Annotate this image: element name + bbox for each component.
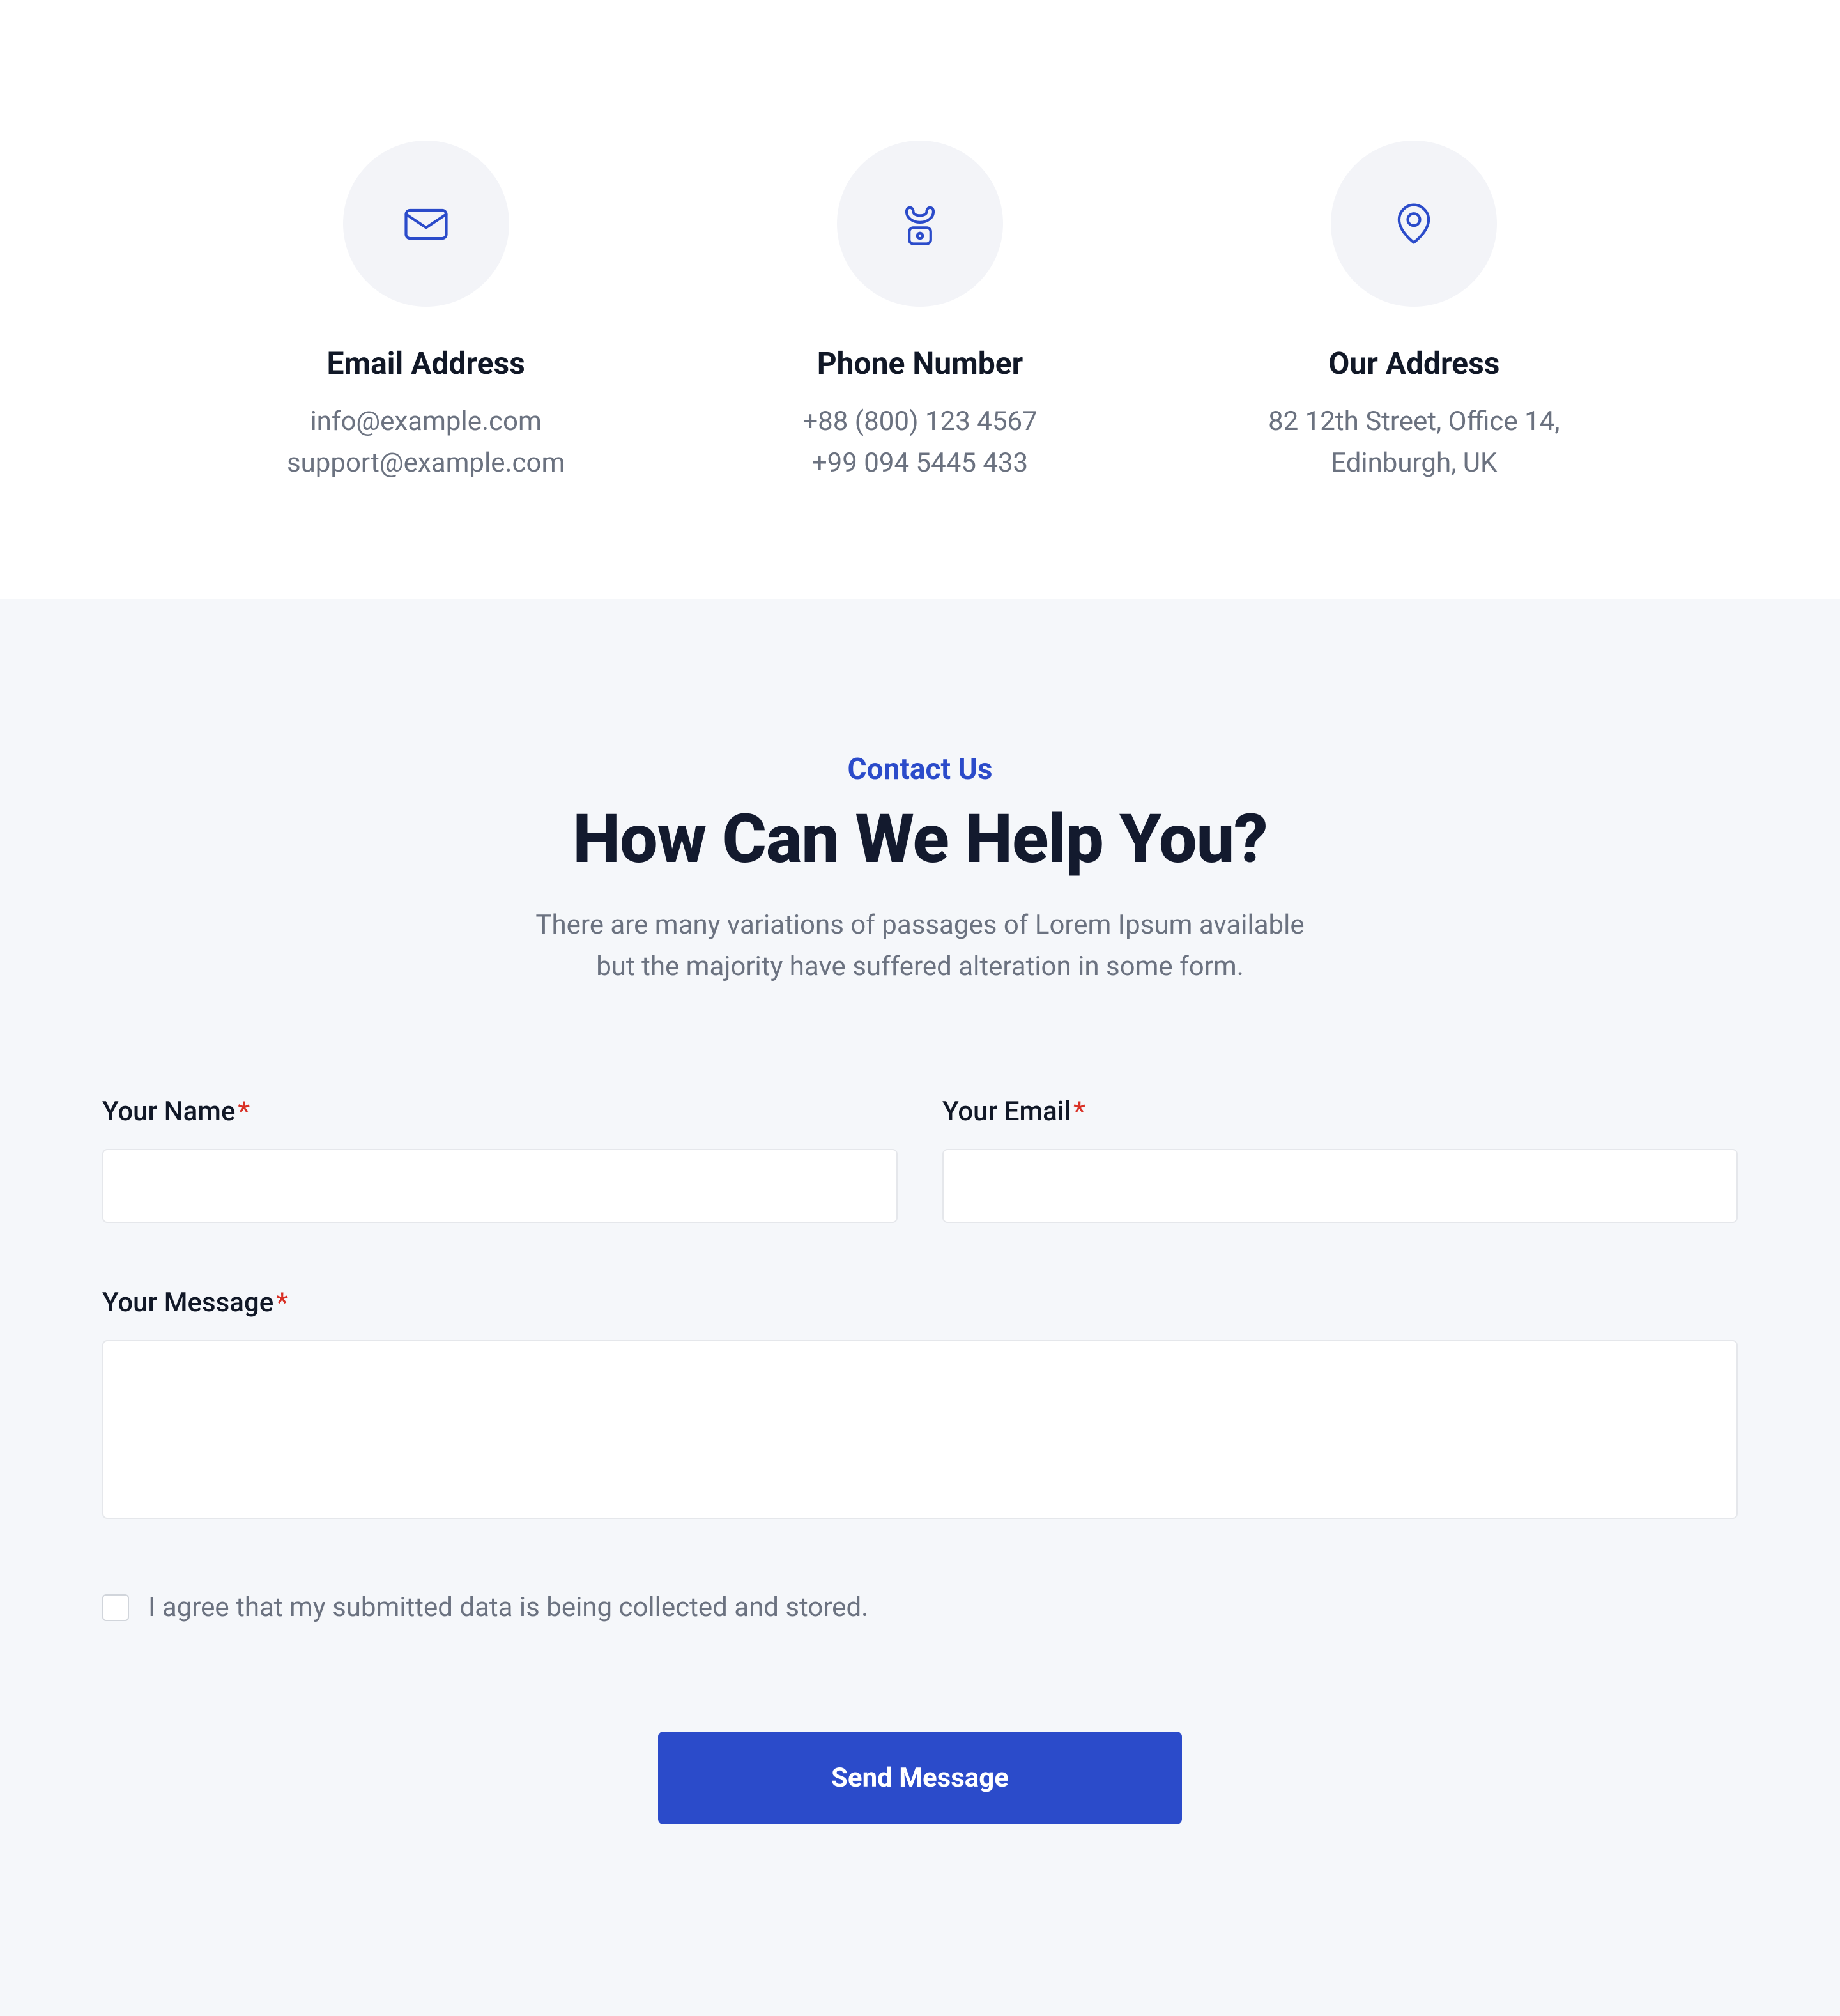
phone-card-title: Phone Number [686, 345, 1154, 381]
email-field[interactable] [942, 1149, 1738, 1223]
form-eyebrow: Contact Us [281, 752, 1559, 787]
email-line-1: info@example.com [192, 401, 660, 442]
address-line-1: 82 12th Street, Office 14, [1180, 401, 1648, 442]
name-input[interactable] [102, 1149, 898, 1223]
email-label: Your Email* [942, 1096, 1738, 1127]
email-icon [343, 141, 509, 307]
address-card-title: Our Address [1180, 345, 1648, 381]
name-label: Your Name* [102, 1096, 898, 1127]
phone-card: Phone Number +88 (800) 123 4567 +99 094 … [686, 141, 1154, 484]
email-card: Email Address info@example.com support@e… [192, 141, 660, 484]
consent-checkbox[interactable] [102, 1594, 129, 1621]
location-icon [1331, 141, 1497, 307]
contact-form: Contact Us How Can We Help You? There ar… [0, 599, 1840, 2016]
email-line-2: support@example.com [192, 442, 660, 484]
form-lead-line-1: There are many variations of passages of… [281, 904, 1559, 946]
phone-line-2: +99 094 5445 433 [686, 442, 1154, 484]
phone-card-lines: +88 (800) 123 4567 +99 094 5445 433 [686, 401, 1154, 484]
form-lead-line-2: but the majority have suffered alteratio… [281, 946, 1559, 987]
email-card-lines: info@example.com support@example.com [192, 401, 660, 484]
phone-line-1: +88 (800) 123 4567 [686, 401, 1154, 442]
send-message-button[interactable]: Send Message [658, 1732, 1182, 1824]
contact-cards: Email Address info@example.com support@e… [89, 0, 1751, 599]
phone-icon [837, 141, 1003, 307]
message-label: Your Message* [102, 1287, 1738, 1318]
form-lead: There are many variations of passages of… [281, 904, 1559, 987]
address-card-lines: 82 12th Street, Office 14, Edinburgh, UK [1180, 401, 1648, 484]
consent-label: I agree that my submitted data is being … [148, 1592, 868, 1623]
page-title: How Can We Help You? [281, 799, 1559, 879]
email-card-title: Email Address [192, 345, 660, 381]
address-line-2: Edinburgh, UK [1180, 442, 1648, 484]
message-textarea[interactable] [102, 1340, 1738, 1519]
address-card: Our Address 82 12th Street, Office 14, E… [1180, 141, 1648, 484]
